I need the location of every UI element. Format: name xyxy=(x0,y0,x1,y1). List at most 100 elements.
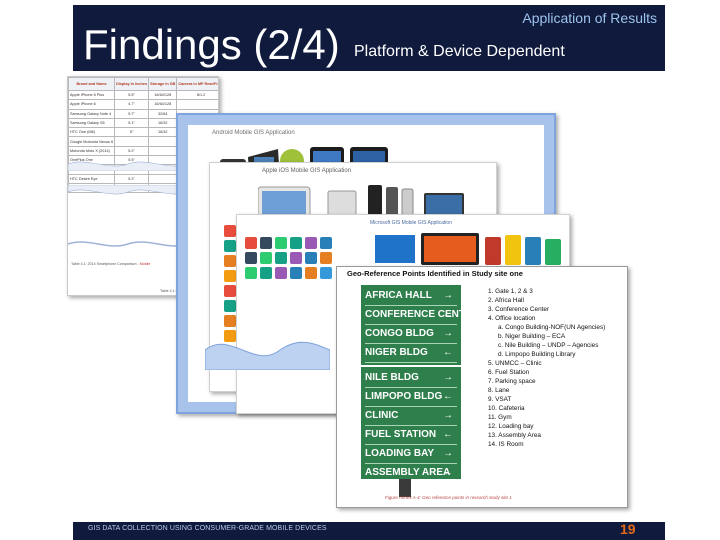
table-cell: 5" xyxy=(114,127,150,138)
table-cell: HTC One (M8) xyxy=(68,127,116,138)
table-caption: Table 4.1: 2014 Smartphone Comparison - … xyxy=(71,262,151,266)
arrow-icon: ← xyxy=(443,309,453,320)
sign-label: CONFERENCE CENTER← xyxy=(365,306,461,325)
table-cell: 16/32 xyxy=(148,127,178,138)
table-cell: Motorola Moto X (2014) xyxy=(68,145,116,157)
list-item: 7. Parking space xyxy=(488,378,536,385)
app-icon xyxy=(224,270,236,282)
slide-subtitle: Platform & Device Dependent xyxy=(354,43,565,60)
app-icon xyxy=(224,285,236,297)
app-icon xyxy=(245,237,257,249)
list-item: 12. Loading bay xyxy=(488,423,534,430)
microsoft-devices-image xyxy=(375,233,561,265)
list-item: 1. Gate 1, 2 & 3 xyxy=(488,288,533,295)
direction-sign-lower: NILE BLDG → LIMPOPO BLDG ← CLINIC → FUEL STATI… xyxy=(361,367,461,479)
list-item: 6. Fuel Station xyxy=(488,369,530,376)
table-cell: 32/64 xyxy=(148,108,178,119)
app-icon xyxy=(290,237,302,249)
table-row: Apple iPhone 6 4.7" 16/64/128 xyxy=(68,99,218,110)
list-item: 3. Conference Center xyxy=(488,306,550,313)
sign-label: FUEL STATION ← xyxy=(365,426,457,445)
app-icon xyxy=(320,252,332,264)
table-header-cell: Camera in MP Rear/Front xyxy=(176,77,218,91)
table-cell xyxy=(114,136,150,147)
arrow-icon: ← xyxy=(443,347,453,358)
slide-title: Findings (2/4) xyxy=(83,21,340,68)
table-header-cell: Storage in GB xyxy=(148,77,178,91)
android-card-title: Android Mobile GIS Application xyxy=(212,130,295,136)
app-icon xyxy=(245,252,257,264)
app-icon xyxy=(224,240,236,252)
page-number: 19 xyxy=(620,521,636,537)
list-item: 5. UNMCC – Clinic xyxy=(488,360,542,367)
table-cell: 16/32 xyxy=(148,117,178,129)
app-icon xyxy=(275,237,287,249)
list-item: 2. Africa Hall xyxy=(488,297,524,304)
table-header-cell: Display in inches xyxy=(114,77,150,91)
list-item: 11. Gym xyxy=(488,414,512,421)
table-cell: HTC Desire Eye xyxy=(68,173,116,184)
app-icon xyxy=(260,252,272,264)
sign-label: NIGER BLDG ← xyxy=(365,344,457,363)
table-cell: Samsung Galaxy Note 4 xyxy=(68,108,116,119)
list-item: c. Nile Building – UNDP – Agencies xyxy=(498,342,599,349)
list-item: 14. IS Room xyxy=(488,441,524,448)
app-icon xyxy=(290,252,302,264)
app-icon xyxy=(320,267,332,279)
geo-figure-caption: Figure Annex A-4: Geo reference points i… xyxy=(385,495,512,500)
section-label: Application of Results xyxy=(522,10,657,26)
app-icon xyxy=(245,267,257,279)
table-cell xyxy=(176,99,218,110)
direction-sign-upper: AFRICA HALL→CONFERENCE CENTER←CONGO BLDG… xyxy=(361,285,461,365)
table-cell: Apple iPhone 6 Plus xyxy=(68,89,116,101)
table-cell: Apple iPhone 6 xyxy=(68,99,116,110)
app-icon xyxy=(305,237,317,249)
table-row: Apple iPhone 6 Plus5.5"16/64/1288/1.264-… xyxy=(68,89,218,101)
app-icon xyxy=(260,237,272,249)
table-cell xyxy=(148,136,178,147)
app-icon xyxy=(275,252,287,264)
sign-label: CLINIC → xyxy=(365,407,457,426)
app-icon xyxy=(224,255,236,267)
microsoft-card-title: Microsoft GIS Mobile GIS Application xyxy=(370,220,452,226)
arrow-icon: → xyxy=(443,410,453,421)
sign-label: NILE BLDG → xyxy=(365,369,457,388)
sign-label: LOADING BAY → xyxy=(365,445,457,464)
arrow-icon: ← xyxy=(443,467,453,478)
list-item: 8. Lane xyxy=(488,387,510,394)
geo-card-title: Geo-Reference Points Identified in Study… xyxy=(347,269,523,278)
app-icon xyxy=(290,267,302,279)
arrow-icon: → xyxy=(443,290,453,301)
arrow-icon: → xyxy=(443,328,453,339)
sign-label: CONGO BLDG → xyxy=(365,325,457,344)
app-icon xyxy=(275,267,287,279)
list-item: b. Niger Building – ECA xyxy=(498,333,566,340)
arrow-icon: → xyxy=(443,372,453,383)
app-icon xyxy=(320,237,332,249)
table-cell: 4.7" xyxy=(114,99,150,110)
list-item: a. Congo Building-NOF(UN Agencies) xyxy=(498,324,606,331)
table-cell: 5.2" xyxy=(114,173,150,184)
app-icon xyxy=(305,252,317,264)
app-icon xyxy=(224,300,236,312)
list-item: 10. Cafeteria xyxy=(488,405,525,412)
table-cell: 8/1.2 xyxy=(176,89,218,101)
list-item: 4. Office location xyxy=(488,315,536,322)
arrow-icon: ← xyxy=(443,429,453,440)
app-icon xyxy=(260,267,272,279)
footer-text: GIS DATA COLLECTION USING CONSUMER-GRADE… xyxy=(88,525,327,532)
app-icon xyxy=(305,267,317,279)
list-item: 13. Assembly Area xyxy=(488,432,541,439)
table-header-cell: Brand and Name xyxy=(68,77,116,91)
sign-label: AFRICA HALL → xyxy=(365,287,457,306)
geo-reference-list: 1. Gate 1, 2 & 3 2. Africa Hall 3. Confere… xyxy=(488,287,605,449)
table-cell: 5.1" xyxy=(114,117,150,129)
table-cell: 16/64/128 xyxy=(148,99,178,110)
table-cell: 5.7" xyxy=(114,108,150,119)
table-cell xyxy=(148,173,178,184)
app-icon xyxy=(224,225,236,237)
table-cell: 5.2" xyxy=(114,145,150,157)
sign-label: ASSEMBLY AREA ← xyxy=(365,464,457,479)
table-cell: 16/64/128 xyxy=(148,89,178,101)
app-icon xyxy=(224,315,236,327)
